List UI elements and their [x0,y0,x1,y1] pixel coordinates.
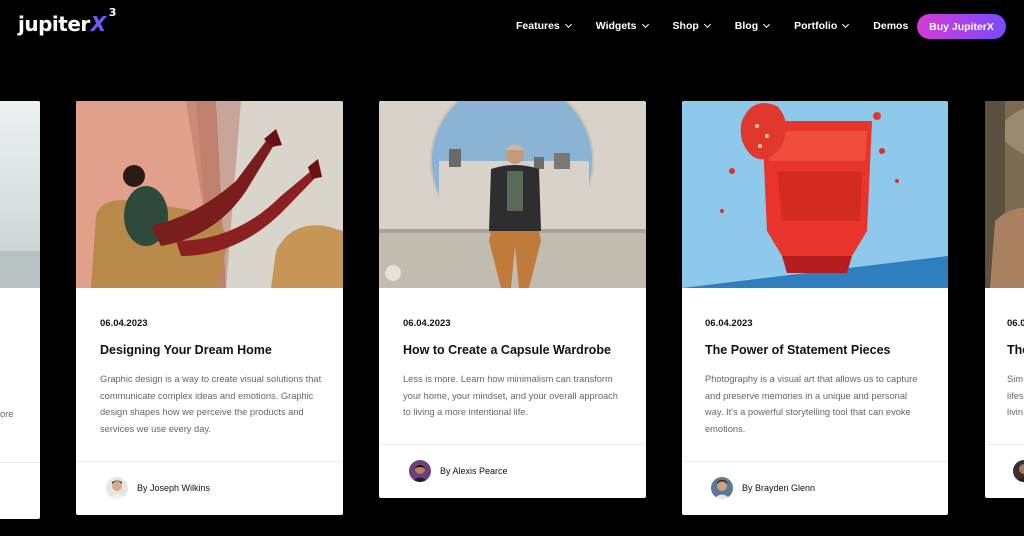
buy-button[interactable]: Buy JupiterX [917,14,1006,39]
card-divider [682,461,948,462]
card-title[interactable]: The Power of Statement Pieces [705,343,890,357]
card-divider [985,444,1024,445]
card-image [379,101,646,288]
author-name: By Brayden Glenn [742,483,816,493]
card-partial-left[interactable]: ore [0,101,40,519]
nav-portfolio[interactable]: Portfolio [794,20,850,32]
card-excerpt: Sim lifes livin [1007,371,1024,421]
logo[interactable]: jupiterX 3 [18,6,116,36]
nav-shop[interactable]: Shop [672,20,711,32]
chevron-down-icon [564,20,572,29]
author-avatar [1013,460,1024,482]
card-image [0,101,40,288]
nav-label: Portfolio [794,20,838,32]
main-nav: Features Widgets Shop Blog Portfolio Dem… [516,20,933,32]
blog-card[interactable]: 06.04.2023 The Power of Statement Pieces… [682,101,948,515]
blog-card[interactable]: 06.04.2023 How to Create a Capsule Wardr… [379,101,646,498]
card-divider [0,462,40,463]
logo-version: 3 [108,6,117,19]
card-partial-right[interactable]: 06.0 The Sim lifes livin [985,101,1024,498]
site-header: jupiterX 3 Features Widgets Shop Blog Por… [0,0,1024,54]
card-excerpt: ore [0,409,14,419]
nav-label: Shop [672,20,699,32]
nav-features[interactable]: Features [516,20,572,32]
chevron-down-icon [703,20,711,29]
nav-label: Demos [873,20,909,32]
card-author[interactable]: By Brayden Glenn [711,477,815,499]
author-avatar [409,460,431,482]
excerpt-line: lifes [1007,390,1024,401]
card-image [985,101,1024,288]
author-name: By Alexis Pearce [440,466,508,476]
excerpt-line: livin [1007,407,1024,418]
card-title[interactable]: Designing Your Dream Home [100,343,272,357]
card-divider [76,461,343,462]
author-avatar [106,477,128,499]
card-image [76,101,343,288]
nav-label: Features [516,20,560,32]
card-title[interactable]: The [1007,343,1024,357]
card-excerpt: Photography is a visual art that allows … [705,374,918,435]
nav-widgets[interactable]: Widgets [595,20,649,32]
card-author[interactable]: By Alexis Pearce [409,460,508,482]
nav-label: Widgets [595,20,637,32]
card-divider [379,444,646,445]
nav-label: Blog [734,20,759,32]
blog-card[interactable]: 06.04.2023 Designing Your Dream Home Gra… [76,101,343,515]
card-date: 06.04.2023 [403,318,451,329]
logo-x-mark: X [90,12,106,36]
card-title[interactable]: How to Create a Capsule Wardrobe [403,343,611,357]
author-name: By Joseph Wilkins [137,483,211,493]
card-image [682,101,948,288]
card-author[interactable]: By Joseph Wilkins [106,477,210,499]
nav-demos[interactable]: Demos [873,20,908,32]
nav-blog[interactable]: Blog [734,20,771,32]
card-excerpt: Graphic design is a way to create visual… [100,374,322,435]
author-avatar [711,477,733,499]
card-date: 06.0 [1007,318,1024,329]
card-excerpt: Less is more. Learn how minimalism can t… [403,374,618,418]
excerpt-line: Sim [1007,374,1024,384]
chevron-down-icon [641,20,649,29]
chevron-down-icon [763,20,771,29]
logo-text: jupiter [18,12,90,36]
chevron-down-icon [842,20,850,29]
card-date: 06.04.2023 [100,318,148,329]
card-date: 06.04.2023 [705,318,753,329]
